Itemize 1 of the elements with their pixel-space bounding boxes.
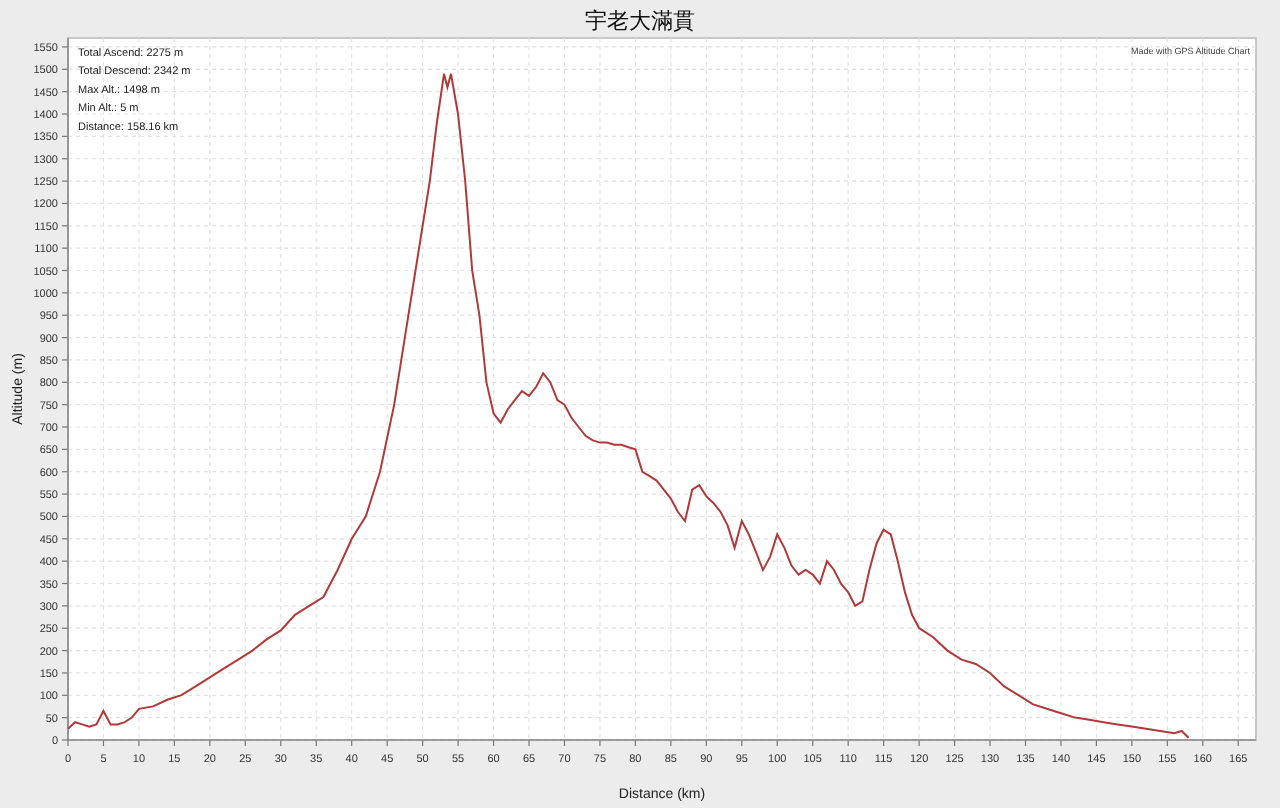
chart-title: 宇老大滿貫 <box>585 8 695 34</box>
